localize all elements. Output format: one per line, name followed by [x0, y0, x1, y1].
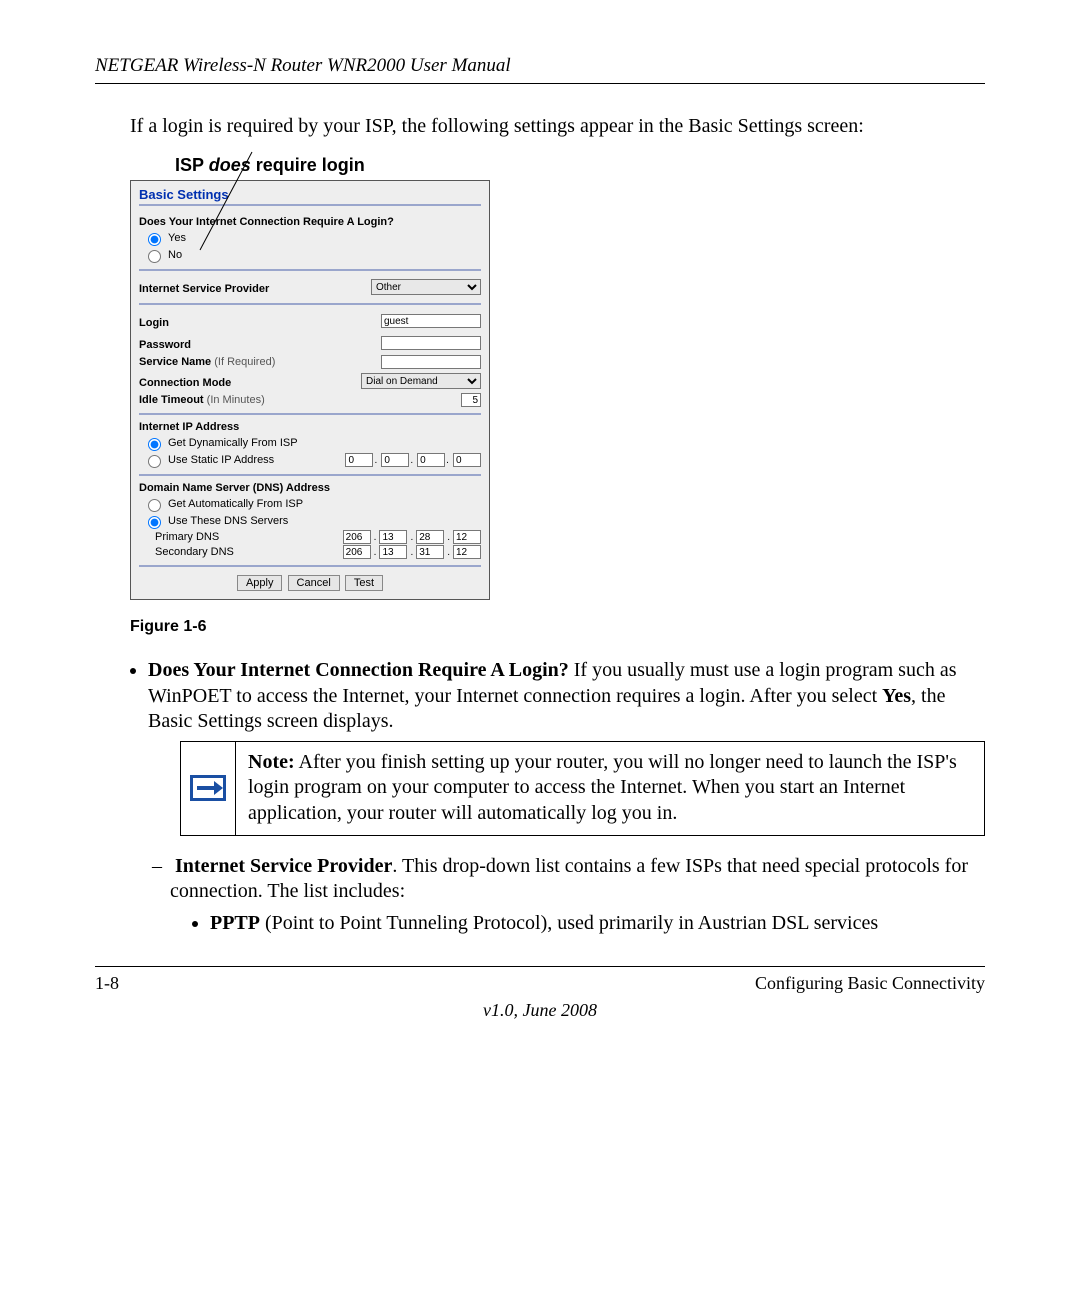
password-input[interactable] [381, 336, 481, 350]
ip-dynamic-label: Get Dynamically From ISP [168, 437, 298, 449]
dns-p-oct-3[interactable] [416, 530, 444, 544]
bullet1-yes: Yes [882, 685, 911, 707]
sub-isp: Internet Service Provider. This drop-dow… [170, 854, 985, 937]
dns-use-label: Use These DNS Servers [168, 515, 288, 527]
service-paren: (If Required) [214, 356, 275, 368]
dns-p-oct-4[interactable] [453, 530, 481, 544]
login-input[interactable] [381, 314, 481, 328]
radio-yes[interactable] [148, 233, 161, 246]
dns-secondary-label: Secondary DNS [155, 546, 341, 558]
dns-primary-label: Primary DNS [155, 531, 341, 543]
bullet-require-login: Does Your Internet Connection Require A … [148, 658, 985, 936]
note-bold: Note: [248, 751, 295, 773]
note-box: Note: After you finish setting up your r… [180, 741, 985, 836]
idle-label: Idle Timeout [139, 394, 204, 406]
test-button[interactable]: Test [345, 575, 383, 591]
radio-ip-static[interactable] [148, 455, 161, 468]
ip-oct-2[interactable] [381, 453, 409, 467]
sub2-rest: (Point to Point Tunneling Protocol), use… [260, 912, 878, 934]
conn-mode-select[interactable]: Dial on Demand [361, 373, 481, 389]
radio-dns-auto[interactable] [148, 499, 161, 512]
ip-oct-3[interactable] [417, 453, 445, 467]
apply-button[interactable]: Apply [237, 575, 283, 591]
page-header: NETGEAR Wireless-N Router WNR2000 User M… [95, 55, 985, 77]
figure-caption: Figure 1-6 [130, 618, 985, 636]
callout-label: ISP does require login [175, 155, 985, 176]
header-rule [95, 83, 985, 84]
page-number: 1-8 [95, 973, 119, 994]
ip-title: Internet IP Address [139, 421, 481, 433]
dns-s-oct-4[interactable] [453, 545, 481, 559]
dns-title: Domain Name Server (DNS) Address [139, 482, 481, 494]
dns-s-oct-2[interactable] [379, 545, 407, 559]
isp-select[interactable]: Other [371, 279, 481, 295]
section-title: Configuring Basic Connectivity [755, 973, 985, 994]
version-text: v1.0, June 2008 [95, 1000, 985, 1021]
password-label: Password [139, 339, 381, 351]
sub-pptp: PPTP (Point to Point Tunneling Protocol)… [210, 911, 985, 937]
note-text: After you finish setting up your router,… [248, 751, 957, 824]
require-login-question: Does Your Internet Connection Require A … [139, 216, 481, 228]
shot-title: Basic Settings [139, 187, 481, 206]
dns-s-oct-3[interactable] [416, 545, 444, 559]
dns-auto-label: Get Automatically From ISP [168, 498, 303, 510]
service-label: Service Name [139, 356, 211, 368]
dns-p-oct-2[interactable] [379, 530, 407, 544]
callout-suffix: require login [251, 155, 365, 175]
intro-text: If a login is required by your ISP, the … [130, 114, 985, 139]
conn-mode-label: Connection Mode [139, 377, 361, 389]
ip-oct-4[interactable] [453, 453, 481, 467]
dns-p-oct-1[interactable] [343, 530, 371, 544]
dns-s-oct-1[interactable] [343, 545, 371, 559]
radio-dns-use[interactable] [148, 516, 161, 529]
cancel-button[interactable]: Cancel [288, 575, 340, 591]
footer-rule [95, 966, 985, 967]
service-input[interactable] [381, 355, 481, 369]
arrow-right-icon [190, 775, 226, 801]
isp-label: Internet Service Provider [139, 283, 371, 295]
ip-static-label: Use Static IP Address [168, 454, 274, 466]
radio-ip-dynamic[interactable] [148, 438, 161, 451]
radio-no[interactable] [148, 250, 161, 263]
callout-prefix: ISP [175, 155, 209, 175]
callout-em: does [209, 155, 251, 175]
bullet1-bold: Does Your Internet Connection Require A … [148, 659, 569, 681]
idle-input[interactable] [461, 393, 481, 407]
login-label: Login [139, 317, 381, 329]
sub1-bold: Internet Service Provider [175, 855, 392, 877]
radio-yes-label: Yes [168, 232, 186, 244]
radio-no-label: No [168, 249, 182, 261]
idle-paren: (In Minutes) [207, 394, 265, 406]
ip-oct-1[interactable] [345, 453, 373, 467]
sub2-bold: PPTP [210, 912, 260, 934]
basic-settings-screenshot: Basic Settings Does Your Internet Connec… [130, 180, 490, 600]
